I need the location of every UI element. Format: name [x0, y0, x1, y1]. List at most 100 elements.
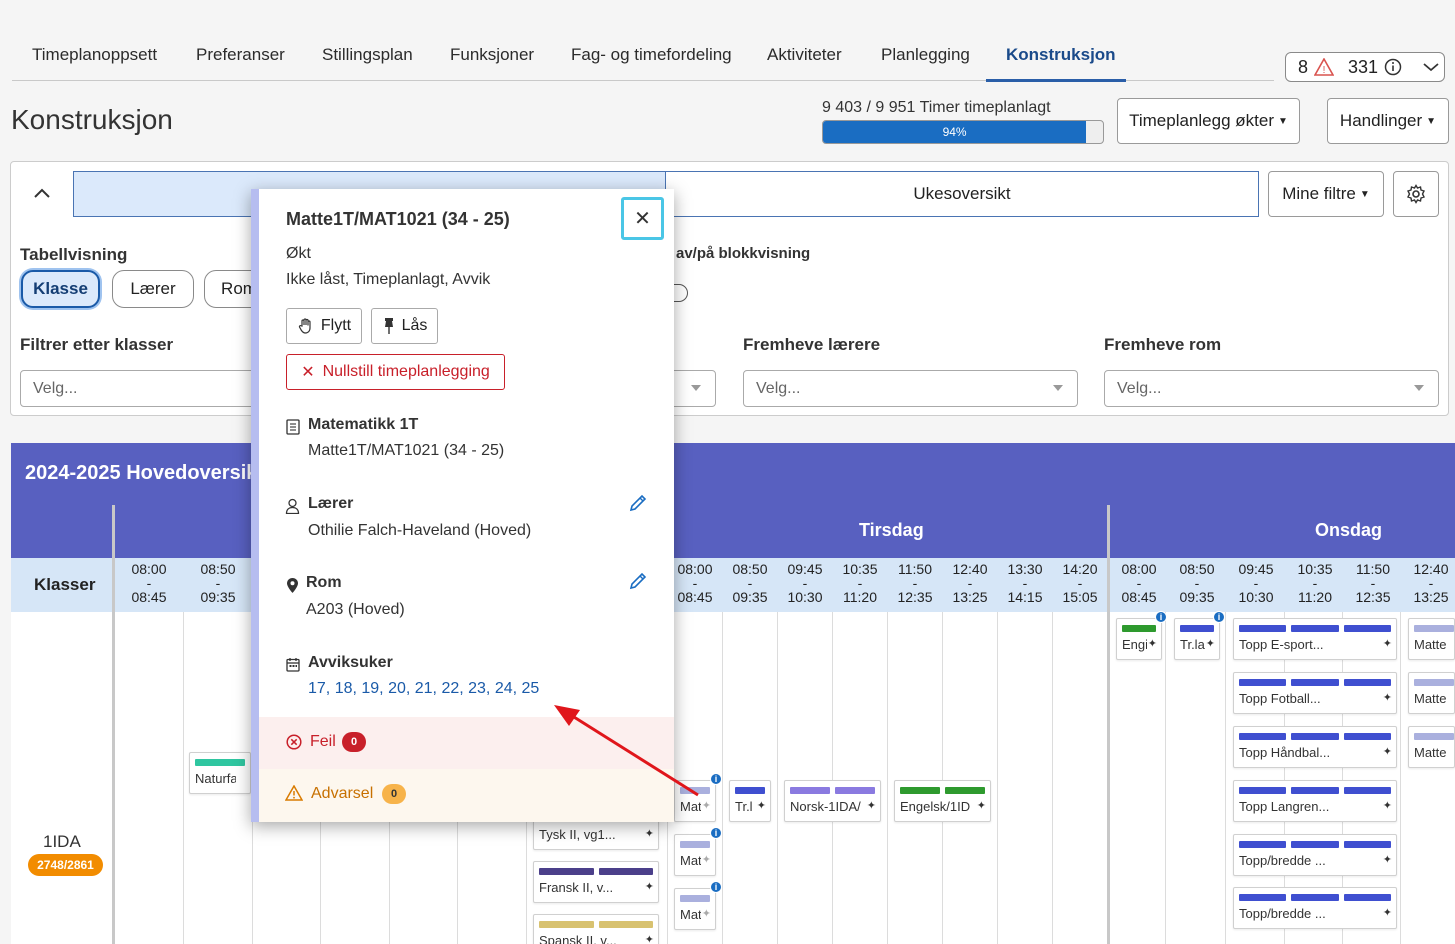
group-bars	[680, 895, 710, 902]
pin-icon: ✦	[1382, 746, 1392, 758]
time-slot-header-cell: 08:50-09:35	[1172, 562, 1222, 604]
pin-icon: ✦	[701, 908, 711, 920]
time-start: 08:00	[131, 561, 167, 577]
info-badge-icon: i	[710, 773, 722, 785]
tab-fag-og-timefordeling[interactable]: Fag- og timefordeling	[571, 45, 732, 65]
week-link[interactable]: 20	[388, 680, 406, 697]
week-link[interactable]: 22	[441, 680, 459, 697]
lesson-card-matte-wed-3[interactable]: Matte	[1408, 726, 1455, 768]
table-view-laerer[interactable]: Lærer	[112, 270, 194, 308]
lesson-card-topp-esport[interactable]: Topp E-sport... ✦	[1233, 618, 1397, 660]
lesson-card-engelsk[interactable]: Engelsk/1ID ✦	[894, 780, 991, 822]
tab-stillingsplan[interactable]: Stillingsplan	[322, 45, 413, 65]
time-start: 08:00	[1121, 561, 1157, 577]
grid-column-line	[1052, 612, 1053, 944]
lesson-card-matte-wed-2[interactable]: Matte	[1408, 672, 1455, 714]
pin-icon: ✦	[701, 800, 711, 812]
group-bars	[1122, 625, 1156, 632]
lesson-card-norsk[interactable]: Norsk-1IDA/ ✦	[784, 780, 881, 822]
progress-label: 9 403 / 9 951 Timer timeplanlagt	[822, 99, 1051, 116]
group-bars	[735, 787, 765, 794]
close-button[interactable]: ✕	[621, 197, 664, 240]
week-link[interactable]: 25	[522, 680, 540, 697]
lesson-card-trl-wed[interactable]: Tr.la ✦	[1174, 618, 1220, 660]
time-start: 09:45	[787, 561, 823, 577]
lesson-card-topp-langrenn[interactable]: Topp Langren... ✦	[1233, 780, 1397, 822]
week-link[interactable]: 21	[415, 680, 433, 697]
week-link[interactable]: 24	[495, 680, 513, 697]
subject-heading: Matematikk 1T	[308, 416, 419, 433]
collapse-chevron-icon[interactable]	[33, 186, 51, 200]
lock-button-label: Lås	[401, 317, 428, 334]
time-start: 14:20	[1062, 561, 1098, 577]
my-filters-button[interactable]: Mine filtre ▼	[1268, 171, 1384, 217]
lesson-card-matte-wed-1[interactable]: Matte	[1408, 618, 1455, 660]
lock-button[interactable]: Lås	[371, 308, 438, 344]
settings-button[interactable]	[1393, 171, 1439, 217]
lesson-card-mat-3[interactable]: Mat ✦	[674, 888, 716, 930]
lesson-card-label: Naturfag	[195, 771, 236, 786]
lesson-card-label: Norsk-1IDA/	[790, 799, 861, 814]
day-onsdag: Onsdag	[1315, 520, 1383, 540]
day-separator	[112, 505, 115, 944]
top-navigation: Timeplanoppsett Preferanser Stillingspla…	[12, 36, 1274, 82]
view-toggle-ukesoversikt[interactable]: Ukesoversikt	[666, 171, 1259, 217]
move-button[interactable]: Flytt	[286, 308, 362, 344]
reset-scheduling-button[interactable]: ✕ Nullstill timeplanlegging	[286, 354, 505, 390]
time-start: 09:45	[1238, 561, 1274, 577]
lesson-card-topp-bredde1[interactable]: Topp/bredde ... ✦	[1233, 834, 1397, 876]
caret-down-icon	[1053, 385, 1063, 391]
time-separator: -	[967, 575, 973, 591]
chevron-down-icon	[1423, 63, 1439, 72]
filter-classes-placeholder: Velg...	[33, 379, 78, 397]
tab-planlegging[interactable]: Planlegging	[881, 45, 970, 65]
week-link[interactable]: 23	[468, 680, 486, 697]
warning-icon: !	[1314, 58, 1335, 76]
time-slot-header-cell: 12:40-13:25	[945, 562, 995, 604]
lesson-card-mat-2[interactable]: Mat ✦	[674, 834, 716, 876]
tab-aktiviteter[interactable]: Aktiviteter	[767, 45, 842, 65]
tab-funksjoner[interactable]: Funksjoner	[450, 45, 534, 65]
lesson-card-topp-fotball[interactable]: Topp Fotball... ✦	[1233, 672, 1397, 714]
table-view-klasse[interactable]: Klasse	[21, 270, 100, 308]
edit-room-pencil-icon[interactable]	[628, 571, 648, 591]
issues-summary-dropdown[interactable]: 8 ! 331	[1285, 52, 1445, 82]
lesson-card-trl[interactable]: Tr.l ✦	[729, 780, 771, 822]
lesson-card-label: Engi	[1122, 637, 1147, 652]
week-link[interactable]: 17	[308, 680, 326, 697]
time-start: 08:50	[1179, 561, 1215, 577]
week-link[interactable]: 19	[361, 680, 379, 697]
lesson-card-spansk[interactable]: Spansk II, v... ✦	[533, 914, 659, 944]
time-slot-header-cell: 08:50-09:35	[193, 562, 243, 604]
time-end: 12:35	[1355, 589, 1391, 605]
room-value: A203 (Hoved)	[306, 601, 405, 618]
lesson-card-label: Topp/bredde ...	[1239, 906, 1326, 921]
filter-rooms-placeholder: Velg...	[1117, 379, 1162, 397]
grid-column-line	[1225, 612, 1226, 944]
lesson-card-topp-bredde2[interactable]: Topp/bredde ... ✦	[1233, 887, 1397, 929]
group-bars	[1239, 679, 1391, 686]
pin-icon: ✦	[1382, 638, 1392, 650]
schedule-sessions-button[interactable]: Timeplanlegg økter ▼	[1117, 98, 1300, 144]
filter-rooms-select[interactable]: Velg...	[1104, 370, 1439, 407]
lesson-card-engelsk-wed[interactable]: Engi ✦	[1116, 618, 1162, 660]
lesson-card-topp-handball[interactable]: Topp Håndbal... ✦	[1233, 726, 1397, 768]
group-bars	[1414, 733, 1454, 740]
lesson-card-naturfag[interactable]: Naturfag	[189, 752, 251, 794]
actions-button[interactable]: Handlinger ▼	[1327, 98, 1449, 144]
group-bars	[539, 868, 653, 875]
edit-teacher-pencil-icon[interactable]	[628, 493, 648, 513]
time-separator: -	[1253, 575, 1259, 591]
tab-timeplanoppsett[interactable]: Timeplanoppsett	[32, 45, 157, 65]
grid-column-line	[887, 612, 888, 944]
tab-konstruksjon[interactable]: Konstruksjon	[1006, 45, 1116, 65]
week-link[interactable]: 18	[335, 680, 353, 697]
lesson-card-fransk[interactable]: Fransk II, v... ✦	[533, 861, 659, 903]
filter-classes-label: Filtrer etter klasser	[20, 335, 174, 354]
tab-preferanser[interactable]: Preferanser	[196, 45, 285, 65]
lesson-card-label: Matte	[1414, 745, 1447, 760]
group-bars	[1239, 787, 1391, 794]
annotation-arrow	[554, 705, 699, 797]
time-separator: -	[146, 575, 152, 591]
filter-teachers-select[interactable]: Velg...	[743, 370, 1078, 407]
